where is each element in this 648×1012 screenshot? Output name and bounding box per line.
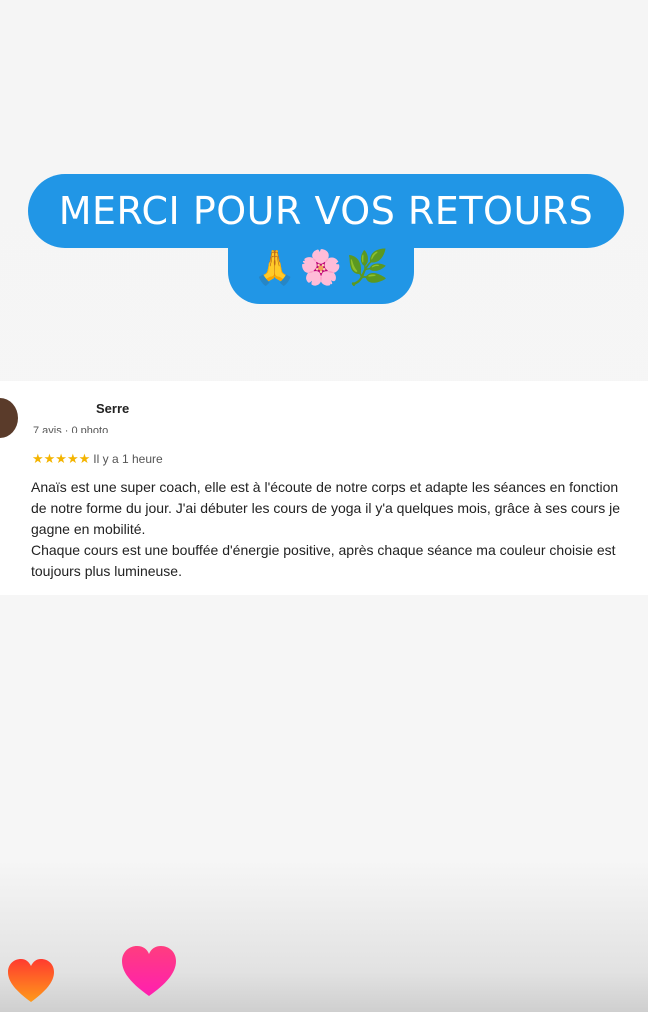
- banner-title: MERCI POUR VOS RETOURS: [58, 189, 594, 233]
- pink-heart-icon[interactable]: [120, 944, 178, 998]
- review-paragraph: Anaïs est une super coach, elle est à l'…: [31, 479, 620, 537]
- reviewer-meta: 7 avis · 0 photo: [33, 425, 109, 433]
- orange-heart-icon[interactable]: [6, 958, 56, 1004]
- herb-icon: 🌿: [346, 249, 389, 287]
- emoji-banner: 🙏 🌸 🌿: [228, 232, 414, 304]
- review-text: Anaïs est une super coach, elle est à l'…: [31, 477, 631, 582]
- review-time: Il y a 1 heure: [93, 452, 163, 466]
- reviewer-name[interactable]: Serre: [96, 401, 129, 416]
- cherry-blossom-icon: 🌸: [299, 249, 343, 287]
- review-paragraph: Chaque cours est une bouffée d'énergie p…: [31, 542, 616, 579]
- praying-hands-icon: 🙏: [253, 249, 296, 287]
- star-rating: ★★★★★: [32, 451, 91, 466]
- rating-row: ★★★★★ Il y a 1 heure: [32, 451, 163, 467]
